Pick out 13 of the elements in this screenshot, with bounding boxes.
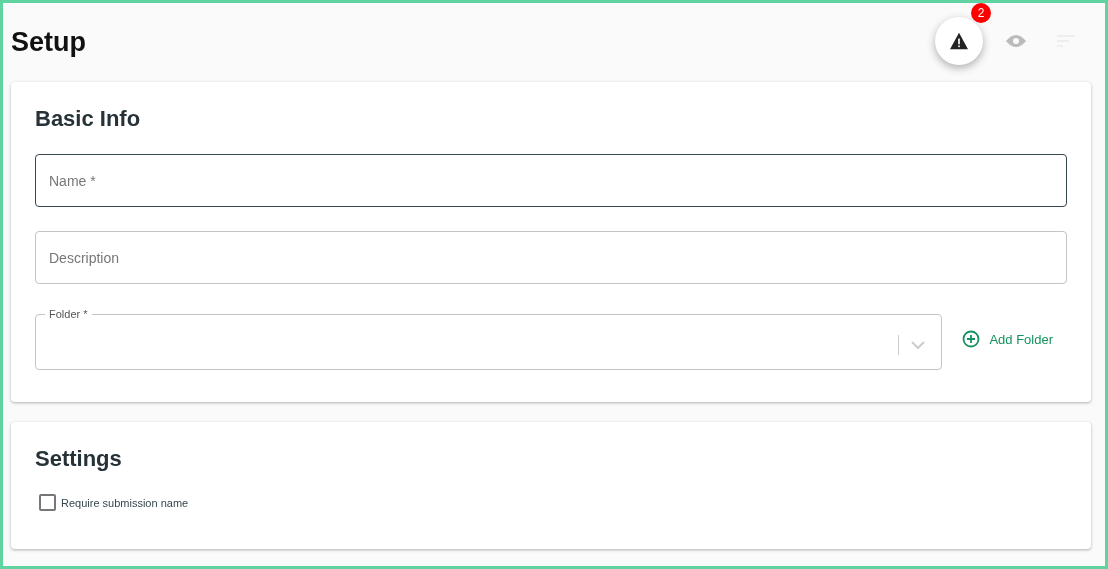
section-title: Basic Info bbox=[35, 106, 142, 132]
section-title: Settings bbox=[35, 446, 123, 472]
checkbox[interactable] bbox=[39, 494, 56, 511]
checkbox-label: Require submission name bbox=[61, 496, 189, 509]
add-circle-icon bbox=[962, 330, 981, 348]
warning-icon bbox=[949, 31, 969, 50]
page-title: Setup bbox=[11, 27, 86, 58]
notification-badge: 2 bbox=[971, 3, 991, 23]
folder-select[interactable]: Folder * bbox=[35, 308, 943, 370]
chevron-down-icon bbox=[911, 341, 926, 349]
text-field[interactable]: Name * bbox=[35, 154, 1067, 207]
add-folder-button[interactable]: Add Folder bbox=[962, 326, 1061, 352]
warning-button[interactable] bbox=[935, 16, 983, 65]
